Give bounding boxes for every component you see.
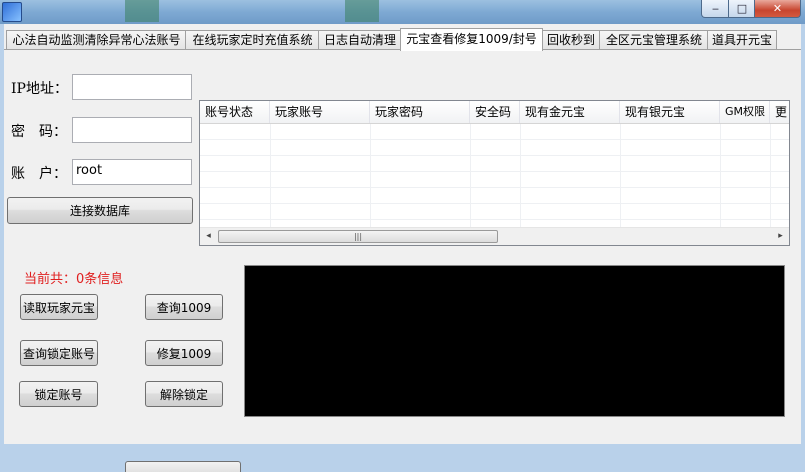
background-blur — [345, 0, 379, 22]
ip-input[interactable] — [72, 74, 192, 100]
query-locked-accounts-button[interactable]: 查询锁定账号 — [20, 340, 98, 366]
scroll-thumb[interactable]: ||| — [218, 230, 498, 243]
ip-label: IP地址： — [11, 81, 68, 97]
window-client: 心法自动监测清除异常心法账号 在线玩家定时充值系统 日志自动清理 元宝查看修复1… — [4, 24, 801, 472]
tab-strip: 心法自动监测清除异常心法账号 在线玩家定时充值系统 日志自动清理 元宝查看修复1… — [4, 28, 801, 51]
grid-column-line — [620, 124, 621, 234]
tab-online-recharge[interactable]: 在线玩家定时充值系统 — [185, 30, 320, 50]
grid-rows — [200, 124, 789, 234]
column-header[interactable]: 玩家账号 — [270, 101, 370, 123]
tab-yuanbao-repair[interactable]: 元宝查看修复1009/封号 — [400, 28, 543, 51]
account-label: 账 户： — [11, 166, 67, 182]
read-player-yuanbao-button[interactable]: 读取玩家元宝 — [20, 294, 98, 320]
title-bar: ‒ □ ✕ — [0, 0, 805, 24]
column-header[interactable]: 现有银元宝 — [620, 101, 720, 123]
unlock-account-button[interactable]: 解除锁定 — [145, 381, 223, 407]
grid-column-line — [370, 124, 371, 234]
tab-item-yuanbao[interactable]: 道具开元宝 — [707, 30, 777, 50]
minimize-button[interactable]: ‒ — [701, 0, 730, 18]
password-label: 密 码： — [11, 124, 67, 140]
grid-column-line — [770, 124, 771, 234]
query-1009-button[interactable]: 查询1009 — [145, 294, 223, 320]
data-grid[interactable]: 账号状态 玩家账号 玩家密码 安全码 现有金元宝 现有银元宝 GM权限 更 ◂ … — [199, 100, 790, 246]
column-header[interactable]: GM权限 — [720, 101, 770, 123]
background-blur — [125, 0, 159, 22]
column-header[interactable]: 安全码 — [470, 101, 520, 123]
grid-column-line — [470, 124, 471, 234]
grid-header: 账号状态 玩家账号 玩家密码 安全码 现有金元宝 现有银元宝 GM权限 更 — [200, 101, 789, 124]
connect-database-button[interactable]: 连接数据库 — [7, 197, 193, 224]
maximize-button[interactable]: □ — [728, 0, 756, 18]
close-button[interactable]: ✕ — [754, 0, 801, 18]
grid-column-line — [720, 124, 721, 234]
tab-yuanbao-management[interactable]: 全区元宝管理系统 — [599, 30, 709, 50]
tab-panel: IP地址： 密 码： 账 户： root 连接数据库 账号状态 玩家账号 玩家密… — [4, 49, 801, 472]
account-input[interactable]: root — [72, 159, 192, 185]
record-count-status: 当前共：0条信息 — [24, 272, 124, 287]
column-header[interactable]: 账号状态 — [200, 101, 270, 123]
column-header[interactable]: 更 — [770, 101, 789, 123]
repair-1009-button[interactable]: 修复1009 — [145, 340, 223, 366]
app-icon — [2, 2, 22, 22]
grid-column-line — [520, 124, 521, 234]
scroll-left-icon[interactable]: ◂ — [200, 228, 217, 245]
horizontal-scrollbar[interactable]: ◂ ||| ▸ — [200, 227, 789, 245]
tab-recycle[interactable]: 回收秒到 — [541, 30, 601, 50]
scroll-right-icon[interactable]: ▸ — [772, 228, 789, 245]
grid-column-line — [270, 124, 271, 234]
clipped-button[interactable] — [125, 461, 241, 472]
column-header[interactable]: 现有金元宝 — [520, 101, 620, 123]
tab-log-cleanup[interactable]: 日志自动清理 — [318, 30, 402, 50]
lock-account-button[interactable]: 锁定账号 — [19, 381, 98, 407]
tab-xinfa-monitor[interactable]: 心法自动监测清除异常心法账号 — [6, 30, 187, 50]
column-header[interactable]: 玩家密码 — [370, 101, 470, 123]
output-console[interactable] — [244, 265, 785, 417]
password-input[interactable] — [72, 117, 192, 143]
